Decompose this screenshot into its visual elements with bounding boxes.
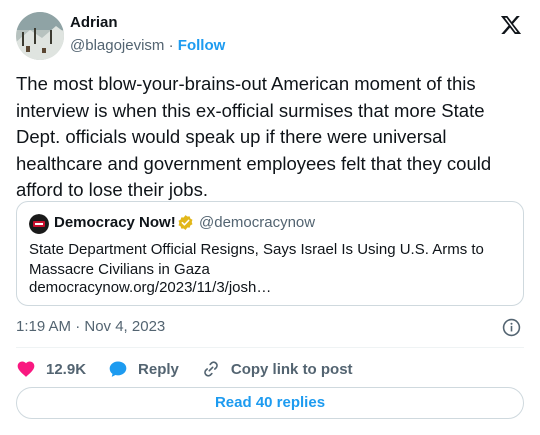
link-icon xyxy=(204,361,218,377)
verified-badge-icon xyxy=(177,214,194,231)
avatar[interactable] xyxy=(16,12,64,60)
reply-button[interactable]: Reply xyxy=(108,359,179,379)
copy-link-button[interactable]: Copy link to post xyxy=(201,359,353,379)
tweet-text: The most blow-your-brains-out American m… xyxy=(16,73,492,200)
like-count: 12.9K xyxy=(46,360,87,378)
quoted-url[interactable]: democracynow.org/2023/11/3/josh… xyxy=(29,279,271,296)
heart-icon xyxy=(17,361,35,377)
follow-button[interactable]: Follow xyxy=(178,37,226,54)
post-timestamp[interactable]: 1:19 AM · Nov 4, 2023 xyxy=(16,318,165,335)
divider xyxy=(16,347,524,348)
quoted-source-handle: @democracynow xyxy=(199,214,316,231)
action-bar: 12.9K Reply Copy link to post xyxy=(16,357,375,381)
quoted-title: State Department Official Resigns, Says … xyxy=(29,241,484,278)
quoted-post[interactable]: Democracy Now! @democracynow State Depar… xyxy=(16,201,524,306)
like-button[interactable]: 12.9K xyxy=(16,359,86,379)
separator-dot: · xyxy=(168,37,174,54)
author-handle[interactable]: @blagojevism xyxy=(70,37,164,54)
democracy-now-logo-icon xyxy=(29,214,49,234)
reply-bubble-icon xyxy=(109,361,127,377)
reply-label: Reply xyxy=(138,360,179,378)
author-subline: @blagojevism · Follow xyxy=(70,37,225,54)
tweet-card: Adrian @blagojevism · Follow The most bl… xyxy=(0,0,540,435)
x-logo-icon[interactable] xyxy=(500,14,522,36)
quoted-source-name: Democracy Now! xyxy=(54,214,176,231)
info-icon[interactable] xyxy=(502,318,521,337)
copy-link-label: Copy link to post xyxy=(230,360,353,378)
read-replies-button[interactable]: Read 40 replies xyxy=(16,387,524,419)
author-name[interactable]: Adrian xyxy=(70,14,118,31)
